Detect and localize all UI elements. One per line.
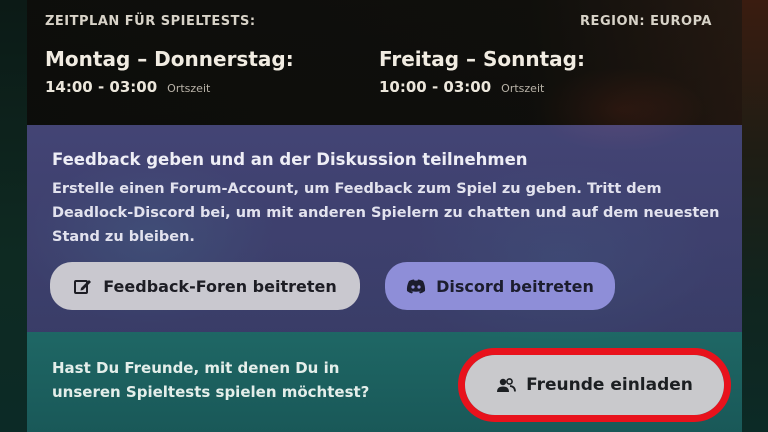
weekdays-note: Ortszeit <box>167 82 211 95</box>
discord-icon <box>406 278 426 294</box>
edit-icon <box>73 276 93 296</box>
discord-button[interactable]: Discord beitreten <box>385 262 615 310</box>
weekend-time: 10:00 - 03:00 <box>379 78 492 96</box>
weekdays-time: 14:00 - 03:00 <box>45 78 158 96</box>
schedule-panel: ZEITPLAN FÜR SPIELTESTS: REGION: EUROPA … <box>27 0 742 125</box>
background-right-edge <box>742 0 768 432</box>
weekend-note: Ortszeit <box>501 82 545 95</box>
invite-panel: Hast Du Freunde, mit denen Du in unseren… <box>27 332 742 432</box>
region-label: REGION: EUROPA <box>580 14 712 29</box>
feedback-description: Erstelle einen Forum-Account, um Feedbac… <box>52 181 720 245</box>
feedback-forum-button[interactable]: Feedback-Foren beitreten <box>50 262 360 310</box>
schedule-weekdays: Montag – Donnerstag: 14:00 - 03:00 Ortsz… <box>45 46 294 96</box>
schedule-title: ZEITPLAN FÜR SPIELTESTS: <box>45 14 256 29</box>
weekdays-title: Montag – Donnerstag: <box>45 47 294 71</box>
invite-friends-label: Freunde einladen <box>526 375 693 395</box>
invite-prompt: Hast Du Freunde, mit denen Du in unseren… <box>52 359 370 401</box>
schedule-weekend: Freitag – Sonntag: 10:00 - 03:00 Ortszei… <box>379 46 585 96</box>
background-left-edge <box>0 0 27 432</box>
friends-icon <box>496 377 516 393</box>
weekend-title: Freitag – Sonntag: <box>379 47 585 71</box>
feedback-forum-label: Feedback-Foren beitreten <box>103 276 337 296</box>
feedback-panel: Feedback geben und an der Diskussion tei… <box>27 125 742 332</box>
invite-friends-button[interactable]: Freunde einladen <box>465 355 724 415</box>
schedule-header: ZEITPLAN FÜR SPIELTESTS: REGION: EUROPA <box>45 14 712 29</box>
discord-label: Discord beitreten <box>436 276 594 296</box>
feedback-title: Feedback geben und an der Diskussion tei… <box>52 150 528 169</box>
